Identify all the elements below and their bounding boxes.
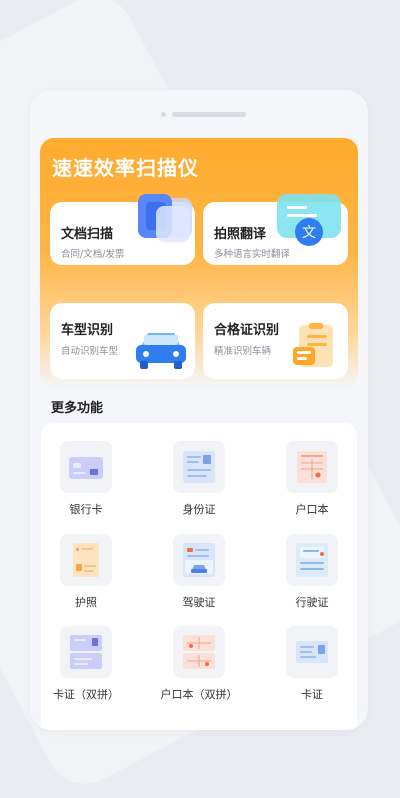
card-subtitle: 精准识别车辆 <box>214 346 272 357</box>
grid-item-id-card[interactable]: 身份证 <box>154 441 244 517</box>
card-title: 车型识别 <box>61 323 114 338</box>
card-double-icon <box>70 635 102 669</box>
grid-item-household-double[interactable]: 户口本（双拼） <box>154 626 244 702</box>
grid-item-household-register[interactable]: 户口本 <box>267 441 357 517</box>
grid-item-bank-card[interactable]: 银行卡 <box>41 441 131 517</box>
grid-item-label: 护照 <box>75 596 97 609</box>
document-stack-icon <box>138 194 192 242</box>
translate-icon: 文 <box>277 194 341 246</box>
grid-item-label: 身份证 <box>182 503 216 516</box>
camera-dot <box>161 112 166 117</box>
grid-item-label: 行驶证 <box>295 596 329 609</box>
card-subtitle: 自动识别车型 <box>61 346 119 357</box>
grid-item-vehicle-license[interactable]: 行驶证 <box>267 534 357 610</box>
car-recognition-card[interactable]: 车型识别 自动识别车型 <box>50 303 195 379</box>
car-icon <box>136 333 186 369</box>
speaker-bar <box>172 112 246 117</box>
svg-text:文: 文 <box>302 225 316 241</box>
card-title: 文档扫描 <box>61 227 114 242</box>
document-scan-card[interactable]: 文档扫描 合同/文档/发票 <box>50 194 195 265</box>
household-register-icon <box>297 451 327 483</box>
more-functions-grid: 银行卡 身份证 户口本 护照 驾驶证 行驶证 卡证（双拼） 户口本（双拼） 卡证 <box>41 423 357 730</box>
app-title: 速速效率扫描仪 <box>52 156 199 180</box>
card-icon <box>296 641 328 663</box>
grid-item-card-double[interactable]: 卡证（双拼） <box>41 626 131 702</box>
certificate-recognition-card[interactable]: 合格证识别 精准识别车辆 <box>203 303 348 379</box>
grid-item-driver-license[interactable]: 驾驶证 <box>154 534 244 610</box>
card-subtitle: 合同/文档/发票 <box>61 249 125 260</box>
card-title: 合格证识别 <box>214 323 280 338</box>
grid-item-card[interactable]: 卡证 <box>267 626 357 702</box>
grid-item-label: 户口本 <box>295 503 329 516</box>
passport-icon <box>73 543 99 577</box>
vehicle-license-icon <box>296 543 328 577</box>
photo-translate-card[interactable]: 文 拍照翻译 多种语言实时翻译 <box>203 194 348 265</box>
more-functions-title: 更多功能 <box>51 401 104 416</box>
grid-item-passport[interactable]: 护照 <box>41 534 131 610</box>
household-double-icon <box>183 635 215 669</box>
hero-panel: 速速效率扫描仪 文档扫描 合同/文档/发票 文 拍照翻译 多种语言实时翻译 车型… <box>40 138 358 388</box>
bank-card-icon <box>69 457 103 479</box>
grid-item-label: 银行卡 <box>69 503 103 516</box>
card-subtitle: 多种语言实时翻译 <box>214 249 291 260</box>
certificate-icon <box>293 323 333 367</box>
driver-license-icon <box>183 543 215 577</box>
id-card-icon <box>183 451 215 483</box>
grid-item-label: 驾驶证 <box>182 596 216 609</box>
card-title: 拍照翻译 <box>214 227 267 242</box>
phone-frame: 速速效率扫描仪 文档扫描 合同/文档/发票 文 拍照翻译 多种语言实时翻译 车型… <box>30 90 368 730</box>
